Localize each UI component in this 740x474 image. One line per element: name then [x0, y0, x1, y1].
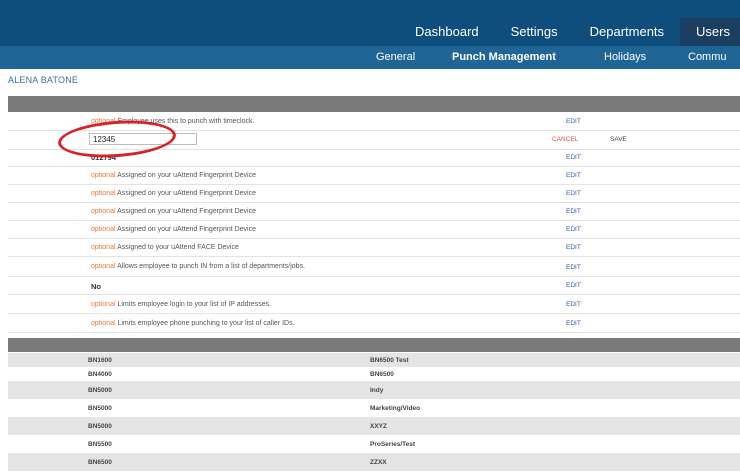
- device-code: BN5000: [88, 423, 112, 430]
- user-name-link[interactable]: ALENA BATONE: [8, 75, 78, 85]
- device-code: BN5500: [88, 441, 112, 448]
- row-description: optional Assigned on your uAttend Finger…: [91, 190, 256, 197]
- table-row: BN6500 ZZXX: [8, 453, 740, 471]
- settings-row: optional Assigned on your uAttend Finger…: [8, 185, 740, 203]
- table-row: BN5000 XXYZ: [8, 417, 740, 435]
- optional-label: optional: [91, 301, 116, 308]
- optional-label: optional: [91, 172, 116, 179]
- device-name: Indy: [370, 387, 384, 394]
- nav-departments[interactable]: Departments: [574, 18, 680, 46]
- section-header-bar: [8, 96, 740, 112]
- row-description: optional Limits employee login to your l…: [91, 301, 271, 308]
- device-name: BN6500 Test: [370, 357, 409, 364]
- row-text: Limits employee phone punching to your l…: [117, 320, 295, 327]
- edit-button[interactable]: EDIT: [566, 320, 581, 327]
- edit-button[interactable]: EDIT: [566, 154, 581, 161]
- subnav-punch-management[interactable]: Punch Management: [452, 46, 556, 69]
- edit-button[interactable]: EDIT: [566, 118, 581, 125]
- settings-row: optional Limits employee login to your l…: [8, 295, 740, 314]
- cancel-button[interactable]: CANCEL: [552, 136, 578, 143]
- optional-label: optional: [91, 263, 116, 270]
- edit-button[interactable]: EDIT: [566, 301, 581, 308]
- optional-label: optional: [91, 226, 116, 233]
- settings-row: No EDIT: [8, 277, 740, 295]
- edit-button[interactable]: EDIT: [566, 264, 581, 271]
- row-text: Assigned to your uAttend FACE Device: [117, 244, 239, 251]
- row-text: Assigned on your uAttend Fingerprint Dev…: [117, 172, 257, 179]
- row-description: optional Assigned on your uAttend Finger…: [91, 172, 256, 179]
- edit-button[interactable]: EDIT: [566, 244, 581, 251]
- row-description: optional Limits employee phone punching …: [91, 320, 295, 327]
- table-row: BN1600 BN6500 Test: [8, 353, 740, 367]
- device-name: XXYZ: [370, 423, 387, 430]
- nav-users[interactable]: Users: [680, 18, 740, 46]
- sub-nav: General Punch Management Holidays Commu: [0, 46, 740, 69]
- row-text: Allows employee to punch IN from a list …: [117, 263, 306, 270]
- edit-button[interactable]: EDIT: [566, 172, 581, 179]
- settings-row: optional Assigned on your uAttend Finger…: [8, 203, 740, 221]
- device-code: BN5000: [88, 387, 112, 394]
- nav-settings[interactable]: Settings: [495, 18, 574, 46]
- device-name: ZZXX: [370, 459, 387, 466]
- row-text: Assigned on your uAttend Fingerprint Dev…: [117, 208, 257, 215]
- top-navigation-bar: Dashboard Settings Departments Users Gen…: [0, 0, 740, 69]
- table-header-bar: [8, 338, 740, 352]
- settings-row: optional Assigned to your uAttend FACE D…: [8, 239, 740, 257]
- row-description: optional Assigned on your uAttend Finger…: [91, 226, 256, 233]
- device-name: BN6500: [370, 371, 394, 378]
- optional-label: optional: [91, 208, 116, 215]
- subnav-communications[interactable]: Commu: [688, 46, 727, 69]
- device-code: BN4000: [88, 371, 112, 378]
- optional-label: optional: [91, 190, 116, 197]
- settings-row: optional Limits employee phone punching …: [8, 314, 740, 333]
- device-code: BN1600: [88, 357, 112, 364]
- subnav-general[interactable]: General: [376, 46, 415, 69]
- row-description: optional Assigned on your uAttend Finger…: [91, 208, 256, 215]
- optional-label: optional: [91, 244, 116, 251]
- device-name: ProSeries/Test: [370, 441, 416, 448]
- settings-row: optional Assigned on your uAttend Finger…: [8, 167, 740, 185]
- table-row: BN5000 Marketing/Video: [8, 399, 740, 417]
- row-text: Assigned on your uAttend Fingerprint Dev…: [117, 226, 257, 233]
- edit-button[interactable]: EDIT: [566, 226, 581, 233]
- subnav-holidays[interactable]: Holidays: [604, 46, 646, 69]
- save-button[interactable]: SAVE: [610, 136, 627, 143]
- table-row: BN4000 BN6500: [8, 367, 740, 381]
- edit-button[interactable]: EDIT: [566, 190, 581, 197]
- row-text: Limits employee login to your list of IP…: [117, 301, 272, 308]
- table-row: BN5000 Indy: [8, 381, 740, 399]
- device-code: BN6500: [88, 459, 112, 466]
- device-name: Marketing/Video: [370, 405, 421, 412]
- device-code: BN5000: [88, 405, 112, 412]
- nav-dashboard[interactable]: Dashboard: [399, 18, 495, 46]
- row-value: No: [91, 282, 101, 291]
- row-description: optional Assigned to your uAttend FACE D…: [91, 244, 239, 251]
- table-row: BN5500 ProSeries/Test: [8, 435, 740, 453]
- row-text: Assigned on your uAttend Fingerprint Dev…: [117, 190, 257, 197]
- edit-button[interactable]: EDIT: [566, 282, 581, 289]
- row-description: optional Allows employee to punch IN fro…: [91, 263, 305, 270]
- settings-row: optional Allows employee to punch IN fro…: [8, 257, 740, 277]
- optional-label: optional: [91, 320, 116, 327]
- main-nav: Dashboard Settings Departments Users: [399, 18, 740, 46]
- edit-button[interactable]: EDIT: [566, 208, 581, 215]
- settings-row: optional Assigned on your uAttend Finger…: [8, 221, 740, 239]
